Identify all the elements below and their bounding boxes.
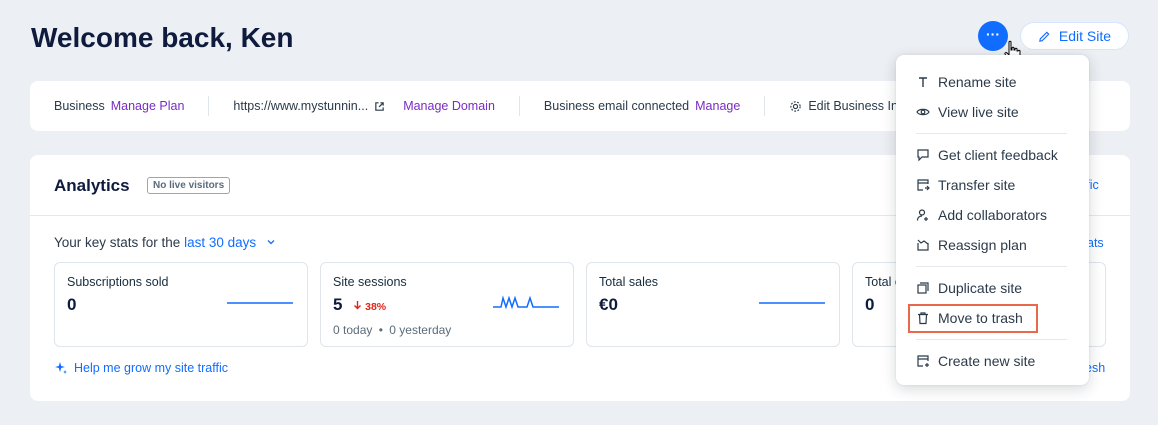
stat-label: Total sales [599, 275, 659, 289]
stat-card-subscriptions[interactable]: Subscriptions sold 0 [54, 262, 308, 347]
chevron-down-icon [267, 240, 275, 245]
stat-change: 38% [353, 301, 386, 313]
arrow-down-icon [354, 301, 362, 310]
comment-icon [917, 149, 929, 162]
stat-card-sessions[interactable]: Site sessions 5 38% 0 today • 0 yesterda… [320, 262, 574, 347]
sparkline [227, 302, 293, 304]
menu-separator [916, 133, 1067, 134]
stat-sub: 0 today • 0 yesterday [333, 323, 561, 337]
stat-value: 5 [333, 295, 343, 314]
plan-segment: Business Manage Plan [30, 96, 208, 116]
menu-item-duplicate-site[interactable]: Duplicate site [896, 273, 1089, 303]
menu-item-get-client-feedback[interactable]: Get client feedback [896, 140, 1089, 170]
transfer-icon [917, 179, 930, 191]
help-grow-traffic-label: Help me grow my site traffic [74, 361, 228, 375]
edit-site-label: Edit Site [1058, 28, 1112, 44]
help-grow-traffic-link[interactable]: Help me grow my site traffic [54, 361, 228, 375]
plan-label: Business [54, 99, 105, 113]
menu-item-label: Rename site [938, 74, 1017, 90]
manage-email-link[interactable]: Manage [695, 99, 740, 113]
edit-site-button[interactable]: Edit Site [1020, 22, 1129, 50]
menu-separator [916, 266, 1067, 267]
text-icon [919, 77, 927, 87]
menu-item-label: View live site [938, 104, 1019, 120]
highlight-box [908, 304, 1038, 333]
edit-business-info-link[interactable]: Edit Business Inf [808, 99, 901, 113]
stat-card-sales[interactable]: Total sales €0 [586, 262, 840, 347]
menu-item-rename-site[interactable]: Rename site [896, 67, 1089, 97]
duplicate-icon [917, 282, 929, 294]
menu-item-add-collaborators[interactable]: Add collaborators [896, 200, 1089, 230]
menu-item-label: Transfer site [938, 177, 1016, 193]
sparkline [759, 302, 825, 304]
stats-link-peek[interactable]: ats [1087, 236, 1104, 250]
menu-item-transfer-site[interactable]: Transfer site [896, 170, 1089, 200]
stat-change-value: 38% [365, 301, 387, 313]
live-visitors-badge: No live visitors [147, 177, 231, 194]
sparkle-icon [55, 362, 67, 374]
pencil-icon [1039, 31, 1050, 42]
menu-item-label: Add collaborators [938, 207, 1047, 223]
stat-label: Subscriptions sold [67, 275, 169, 289]
menu-item-label: Get client feedback [938, 147, 1058, 163]
stat-yesterday: 0 yesterday [389, 323, 452, 337]
period-label: last 30 days [184, 235, 257, 250]
manage-domain-link[interactable]: Manage Domain [403, 99, 495, 113]
menu-item-create-new-site[interactable]: Create new site [896, 346, 1089, 376]
menu-separator [916, 339, 1067, 340]
menu-item-view-live-site[interactable]: View live site [896, 97, 1089, 127]
key-stats-caption: Your key stats for the last 30 days [54, 235, 276, 250]
external-link-icon[interactable] [374, 101, 385, 112]
domain-segment: https://www.mystunnin... Manage Domain [208, 96, 519, 116]
email-label: Business email connected [543, 99, 690, 113]
dot-separator: • [378, 323, 383, 337]
menu-item-label: Duplicate site [938, 280, 1023, 296]
add-user-icon [916, 209, 928, 221]
sparkline [493, 295, 559, 310]
menu-item-label: Create new site [938, 353, 1036, 369]
new-site-icon [917, 355, 929, 367]
gear-icon [790, 100, 802, 112]
analytics-title: Analytics [54, 176, 130, 195]
key-stats-prefix: Your key stats for the [54, 235, 181, 250]
menu-item-label: Reassign plan [938, 237, 1027, 253]
stat-today: 0 today [333, 323, 373, 337]
eye-icon [916, 108, 930, 116]
trash-item-wrapper: Move to trash [896, 303, 1089, 333]
domain-url: https://www.mystunnin... [233, 99, 369, 113]
stat-label: Site sessions [333, 275, 407, 289]
reassign-icon [917, 239, 929, 251]
page-title: Welcome back, Ken [31, 22, 294, 53]
site-actions-menu: Rename site View live site Get client fe… [896, 55, 1089, 385]
menu-item-reassign-plan[interactable]: Reassign plan [896, 230, 1089, 260]
email-segment: Business email connected Manage [518, 96, 764, 116]
period-dropdown[interactable]: last 30 days [184, 235, 276, 250]
manage-plan-link[interactable]: Manage Plan [111, 99, 185, 113]
